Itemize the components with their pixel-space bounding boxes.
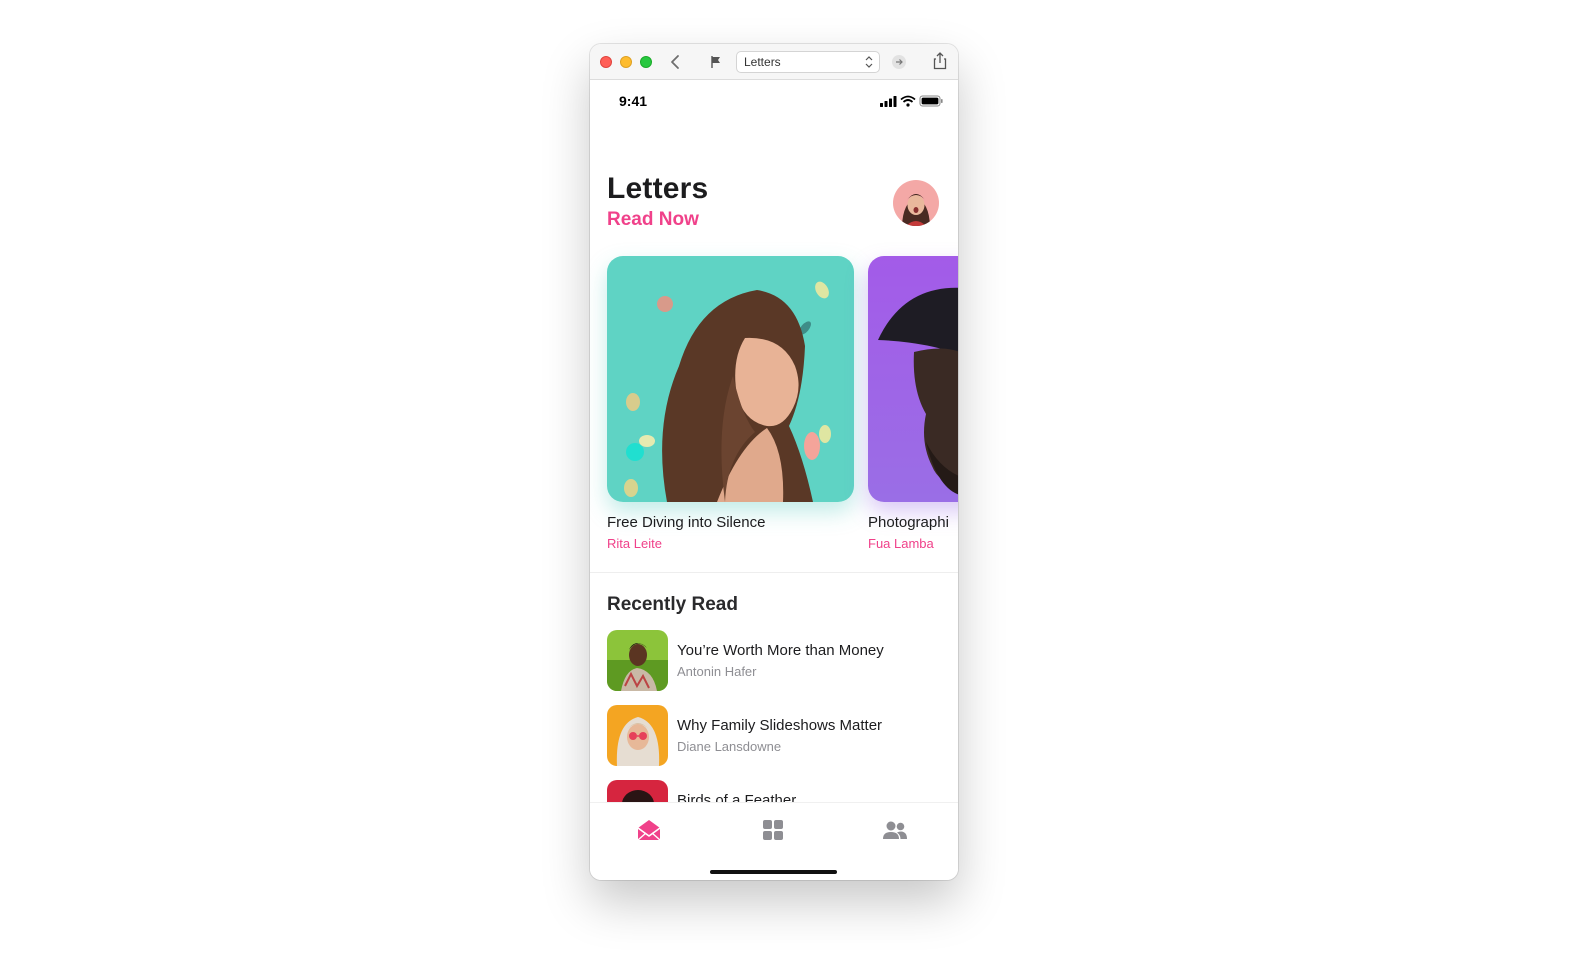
featured-card-title[interactable]: Free Diving into Silence [607, 514, 765, 531]
tab-bar [590, 802, 958, 880]
featured-card-image[interactable] [868, 256, 958, 502]
close-window-button[interactable] [600, 56, 612, 68]
battery-icon [919, 95, 943, 107]
featured-card-author[interactable]: Fua Lamba [868, 536, 934, 551]
featured-card-author[interactable]: Rita Leite [607, 536, 662, 551]
device-select[interactable]: Letters [736, 51, 880, 73]
people-icon[interactable] [882, 817, 908, 843]
home-indicator [710, 870, 837, 874]
list-item[interactable]: Why Family Slideshows Matter Diane Lansd… [607, 705, 947, 767]
list-item-title: Why Family Slideshows Matter [677, 717, 883, 734]
signal-icon [880, 96, 897, 107]
list-item-title: Birds of a Feather [677, 792, 797, 802]
list-item-author: Antonin Hafer [677, 664, 757, 679]
device-select-value: Letters [744, 55, 781, 69]
minimize-window-button[interactable] [620, 56, 632, 68]
flag-icon[interactable] [708, 54, 724, 70]
list-item-author: Diane Lansdowne [677, 739, 782, 754]
list-item-thumbnail [607, 705, 668, 766]
window-toolbar: Letters [590, 44, 958, 80]
list-item-thumbnail [607, 780, 668, 802]
status-time: 9:41 [619, 93, 648, 109]
featured-card-image[interactable] [607, 256, 854, 502]
back-chevron-icon[interactable] [668, 52, 684, 72]
featured-card-title[interactable]: Photographi [868, 514, 949, 531]
app-window: Letters 9:41 Letters Read Now Free Divin… [590, 44, 958, 880]
list-item[interactable]: Birds of a Feather [607, 780, 947, 802]
grid-icon[interactable] [760, 817, 786, 843]
page-subtitle[interactable]: Read Now [607, 209, 699, 231]
user-avatar[interactable] [893, 180, 939, 226]
updown-chevron-icon [865, 56, 873, 68]
forward-arrow-icon[interactable] [892, 55, 906, 69]
section-title-recently-read: Recently Read [607, 594, 738, 615]
zoom-window-button[interactable] [640, 56, 652, 68]
wifi-icon [900, 95, 916, 107]
share-icon[interactable] [932, 52, 948, 70]
list-item[interactable]: You’re Worth More than Money Antonin Haf… [607, 630, 947, 692]
list-item-thumbnail [607, 630, 668, 691]
section-divider [590, 572, 958, 573]
envelope-open-icon[interactable] [636, 817, 662, 843]
list-item-title: You’re Worth More than Money [677, 642, 884, 659]
status-icons [880, 95, 943, 107]
page-title: Letters [607, 172, 709, 205]
recent-list: You’re Worth More than Money Antonin Haf… [590, 624, 958, 802]
